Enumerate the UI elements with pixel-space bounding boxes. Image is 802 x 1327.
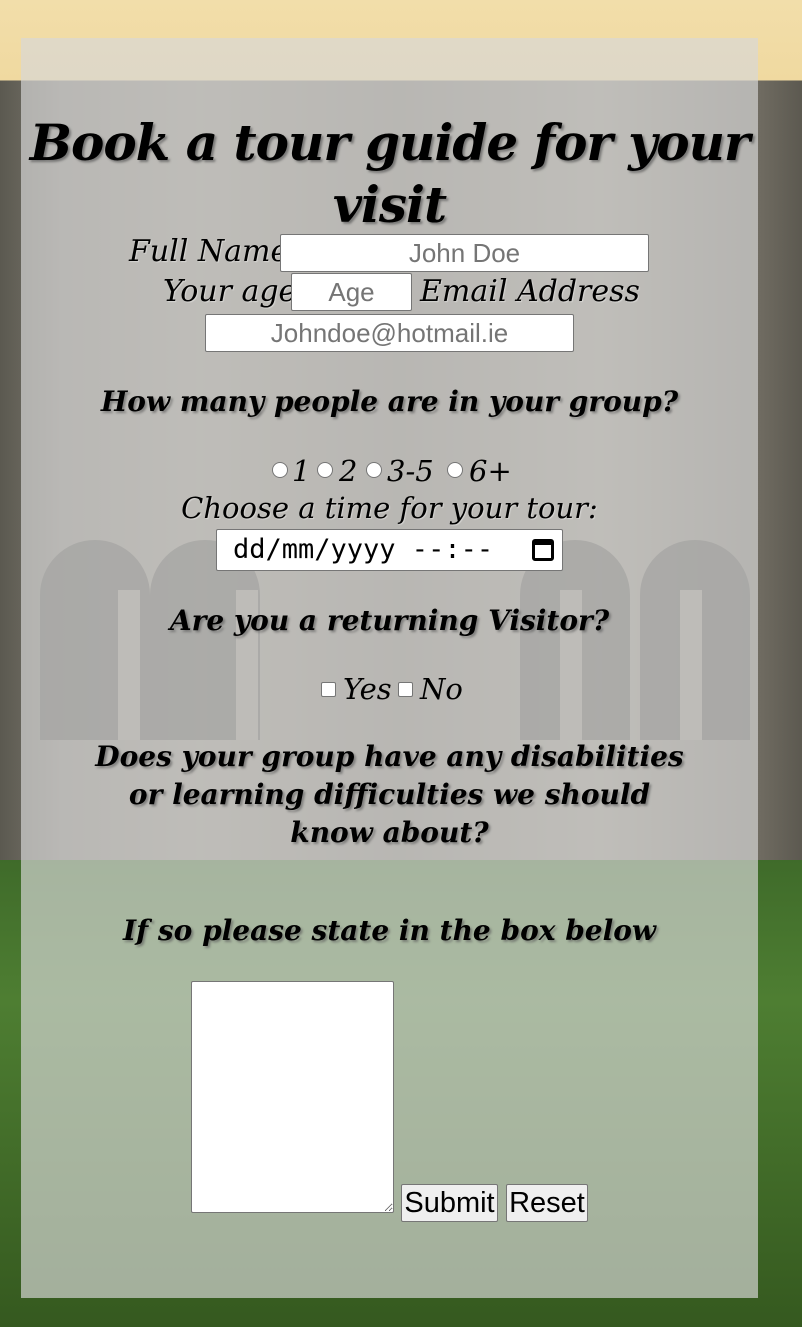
email-input[interactable] [205,314,574,352]
age-label: Your age [163,274,297,309]
disabilities-question-line-3: know about? [290,816,489,849]
age-input[interactable] [291,273,412,311]
tour-time-label: Choose a time for your tour: [181,491,598,525]
group-size-option-2: 2 [339,454,358,488]
group-size-option-1: 1 [292,454,311,488]
disabilities-question-line-1: Does your group have any disabilities [95,740,684,773]
returning-yes-label: Yes [343,672,392,706]
page-title: Book a tour guide for your visit [21,112,758,236]
group-size-option-3-5: 3-5 [387,454,434,488]
full-name-input[interactable] [280,234,649,272]
group-size-radio-2[interactable] [317,462,333,478]
returning-visitor-question: Are you a returning Visitor? [169,604,610,637]
group-size-radio-3-5[interactable] [366,462,382,478]
returning-no-checkbox[interactable] [398,682,413,697]
disabilities-question-line-2: or learning difficulties we should [128,778,651,811]
group-size-radio-6-plus[interactable] [447,462,463,478]
email-label: Email Address [420,274,640,309]
calendar-icon[interactable] [532,539,554,561]
tour-datetime-placeholder: dd/mm/yyyy --:-- [233,534,494,565]
disabilities-instruction: If so please state in the box below [122,914,656,947]
full-name-label: Full Name [129,234,289,269]
returning-no-label: No [420,672,463,706]
returning-yes-checkbox[interactable] [321,682,336,697]
page-title-line-2: visit [332,175,447,234]
reset-button[interactable]: Reset [506,1184,588,1222]
tour-datetime-input[interactable]: dd/mm/yyyy --:-- [216,529,563,571]
submit-button[interactable]: Submit [401,1184,498,1222]
group-size-option-6-plus: 6+ [469,454,512,488]
group-size-question: How many people are in your group? [100,385,679,418]
group-size-radio-1[interactable] [272,462,288,478]
page-title-line-1: Book a tour guide for your [29,113,751,172]
disabilities-textarea[interactable] [191,981,394,1213]
